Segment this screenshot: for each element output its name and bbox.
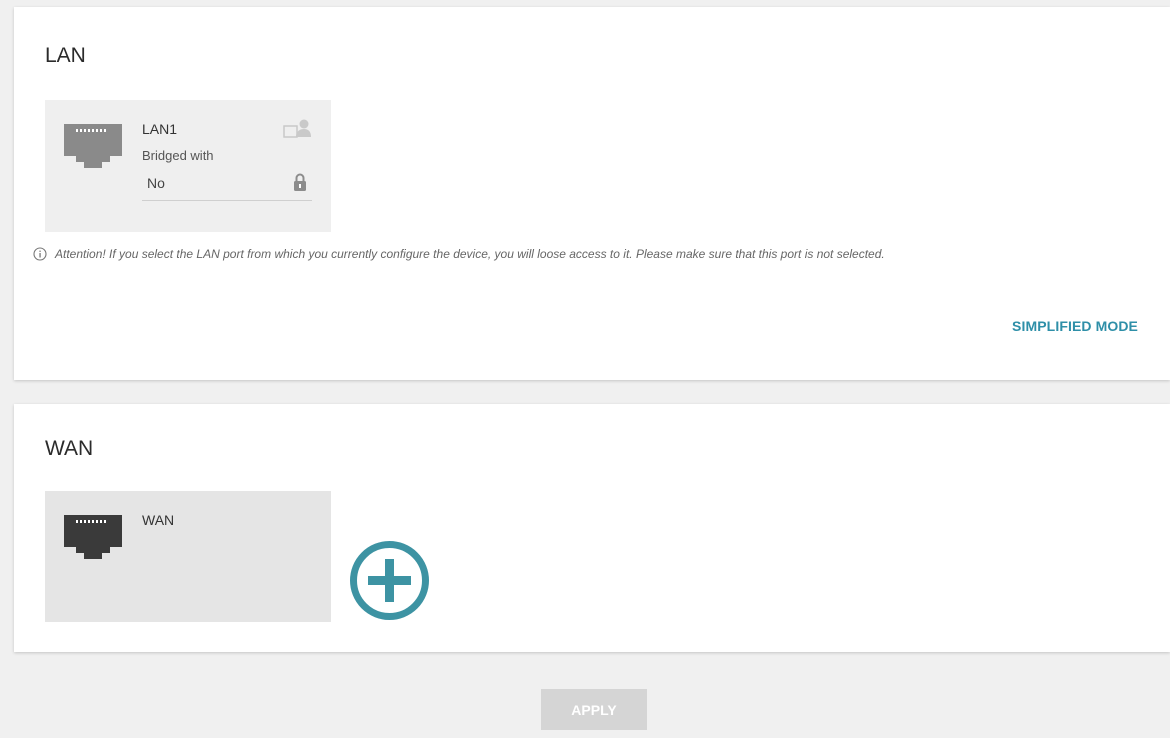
lock-icon <box>294 173 306 191</box>
bridged-with-label: Bridged with <box>142 148 214 163</box>
plus-circle-icon[interactable] <box>348 539 431 622</box>
wan-port-name: WAN <box>142 512 175 528</box>
simplified-mode-link[interactable]: SIMPLIFIED MODE <box>1012 318 1138 334</box>
apply-button[interactable]: APPLY <box>541 689 647 730</box>
user-connection-icon <box>283 119 311 138</box>
attention-note: Attention! If you select the LAN port fr… <box>33 247 885 261</box>
wan-section-title: WAN <box>45 437 94 460</box>
info-icon <box>33 247 47 261</box>
attention-text: Attention! If you select the LAN port fr… <box>55 247 885 261</box>
bridged-with-select[interactable]: No <box>142 170 312 201</box>
lan1-port-tile[interactable]: LAN1 Bridged with No <box>45 100 331 232</box>
lan1-port-name: LAN1 <box>142 121 178 137</box>
wan-card: WAN WAN <box>14 404 1170 652</box>
bridged-with-value: No <box>147 175 165 191</box>
wan-port-tile[interactable]: WAN <box>45 491 331 622</box>
ethernet-port-icon <box>64 124 122 168</box>
lan-section-title: LAN <box>45 44 86 67</box>
ethernet-port-icon <box>64 515 122 559</box>
lan-card: LAN LAN1 Bridged with No Attention! If y… <box>14 7 1170 380</box>
